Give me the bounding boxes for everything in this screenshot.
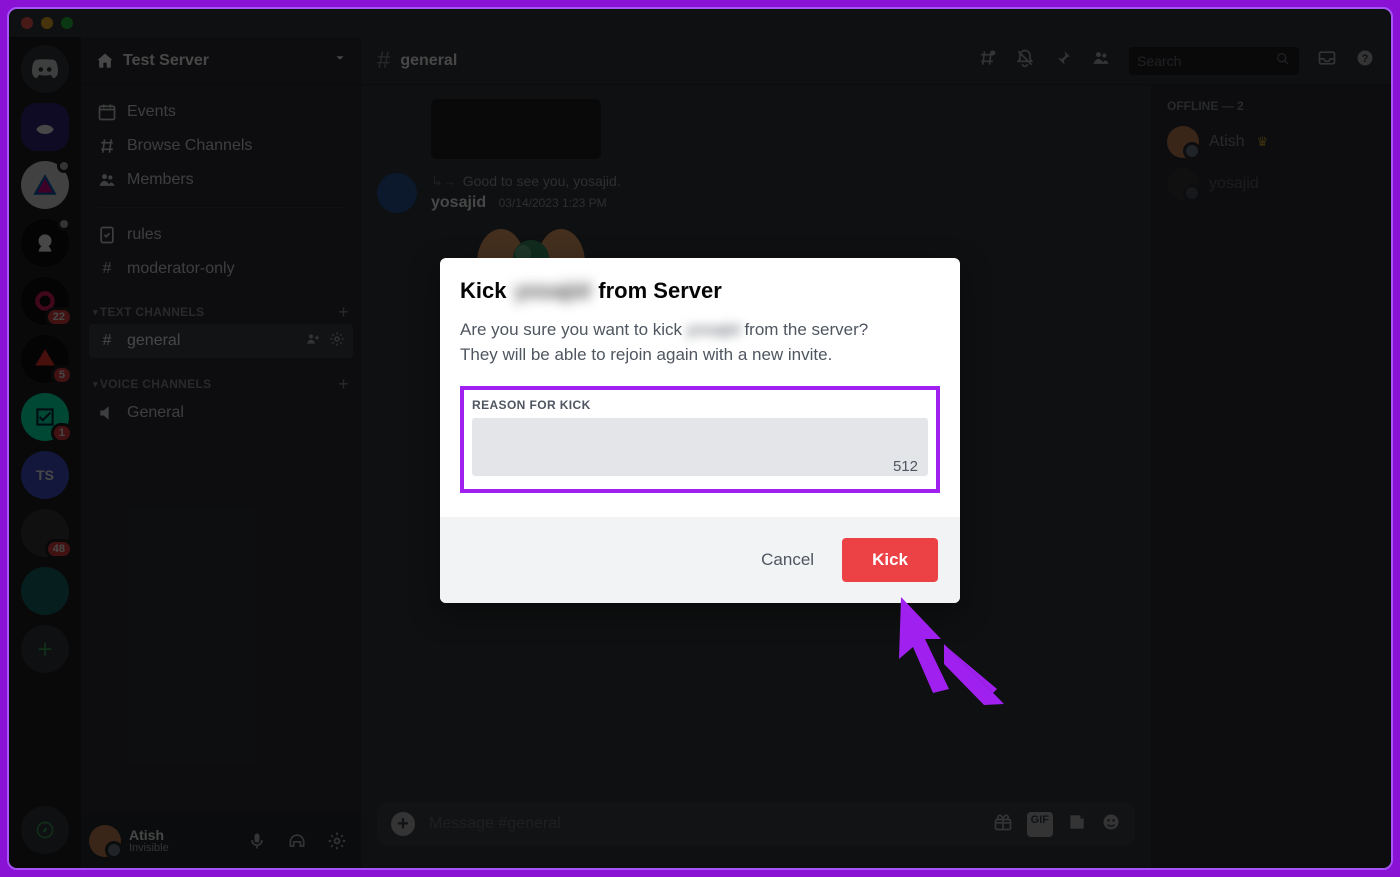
kick-reason-input[interactable]	[472, 418, 928, 476]
reason-highlight-box: REASON FOR KICK 512	[460, 386, 940, 493]
modal-description: Are you sure you want to kick yosajid fr…	[460, 318, 940, 367]
kick-button[interactable]: Kick	[842, 538, 938, 582]
cancel-button[interactable]: Cancel	[761, 550, 814, 570]
modal-title: Kick yosajid from Server	[460, 278, 940, 304]
reason-label: REASON FOR KICK	[472, 398, 928, 412]
modal-backdrop[interactable]: Kick yosajid from Server Are you sure yo…	[9, 9, 1391, 868]
kick-user-modal: Kick yosajid from Server Are you sure yo…	[440, 258, 960, 602]
char-counter: 512	[893, 458, 918, 475]
modal-footer: Cancel Kick	[440, 517, 960, 603]
annotation-cursor-arrow	[889, 589, 1009, 709]
